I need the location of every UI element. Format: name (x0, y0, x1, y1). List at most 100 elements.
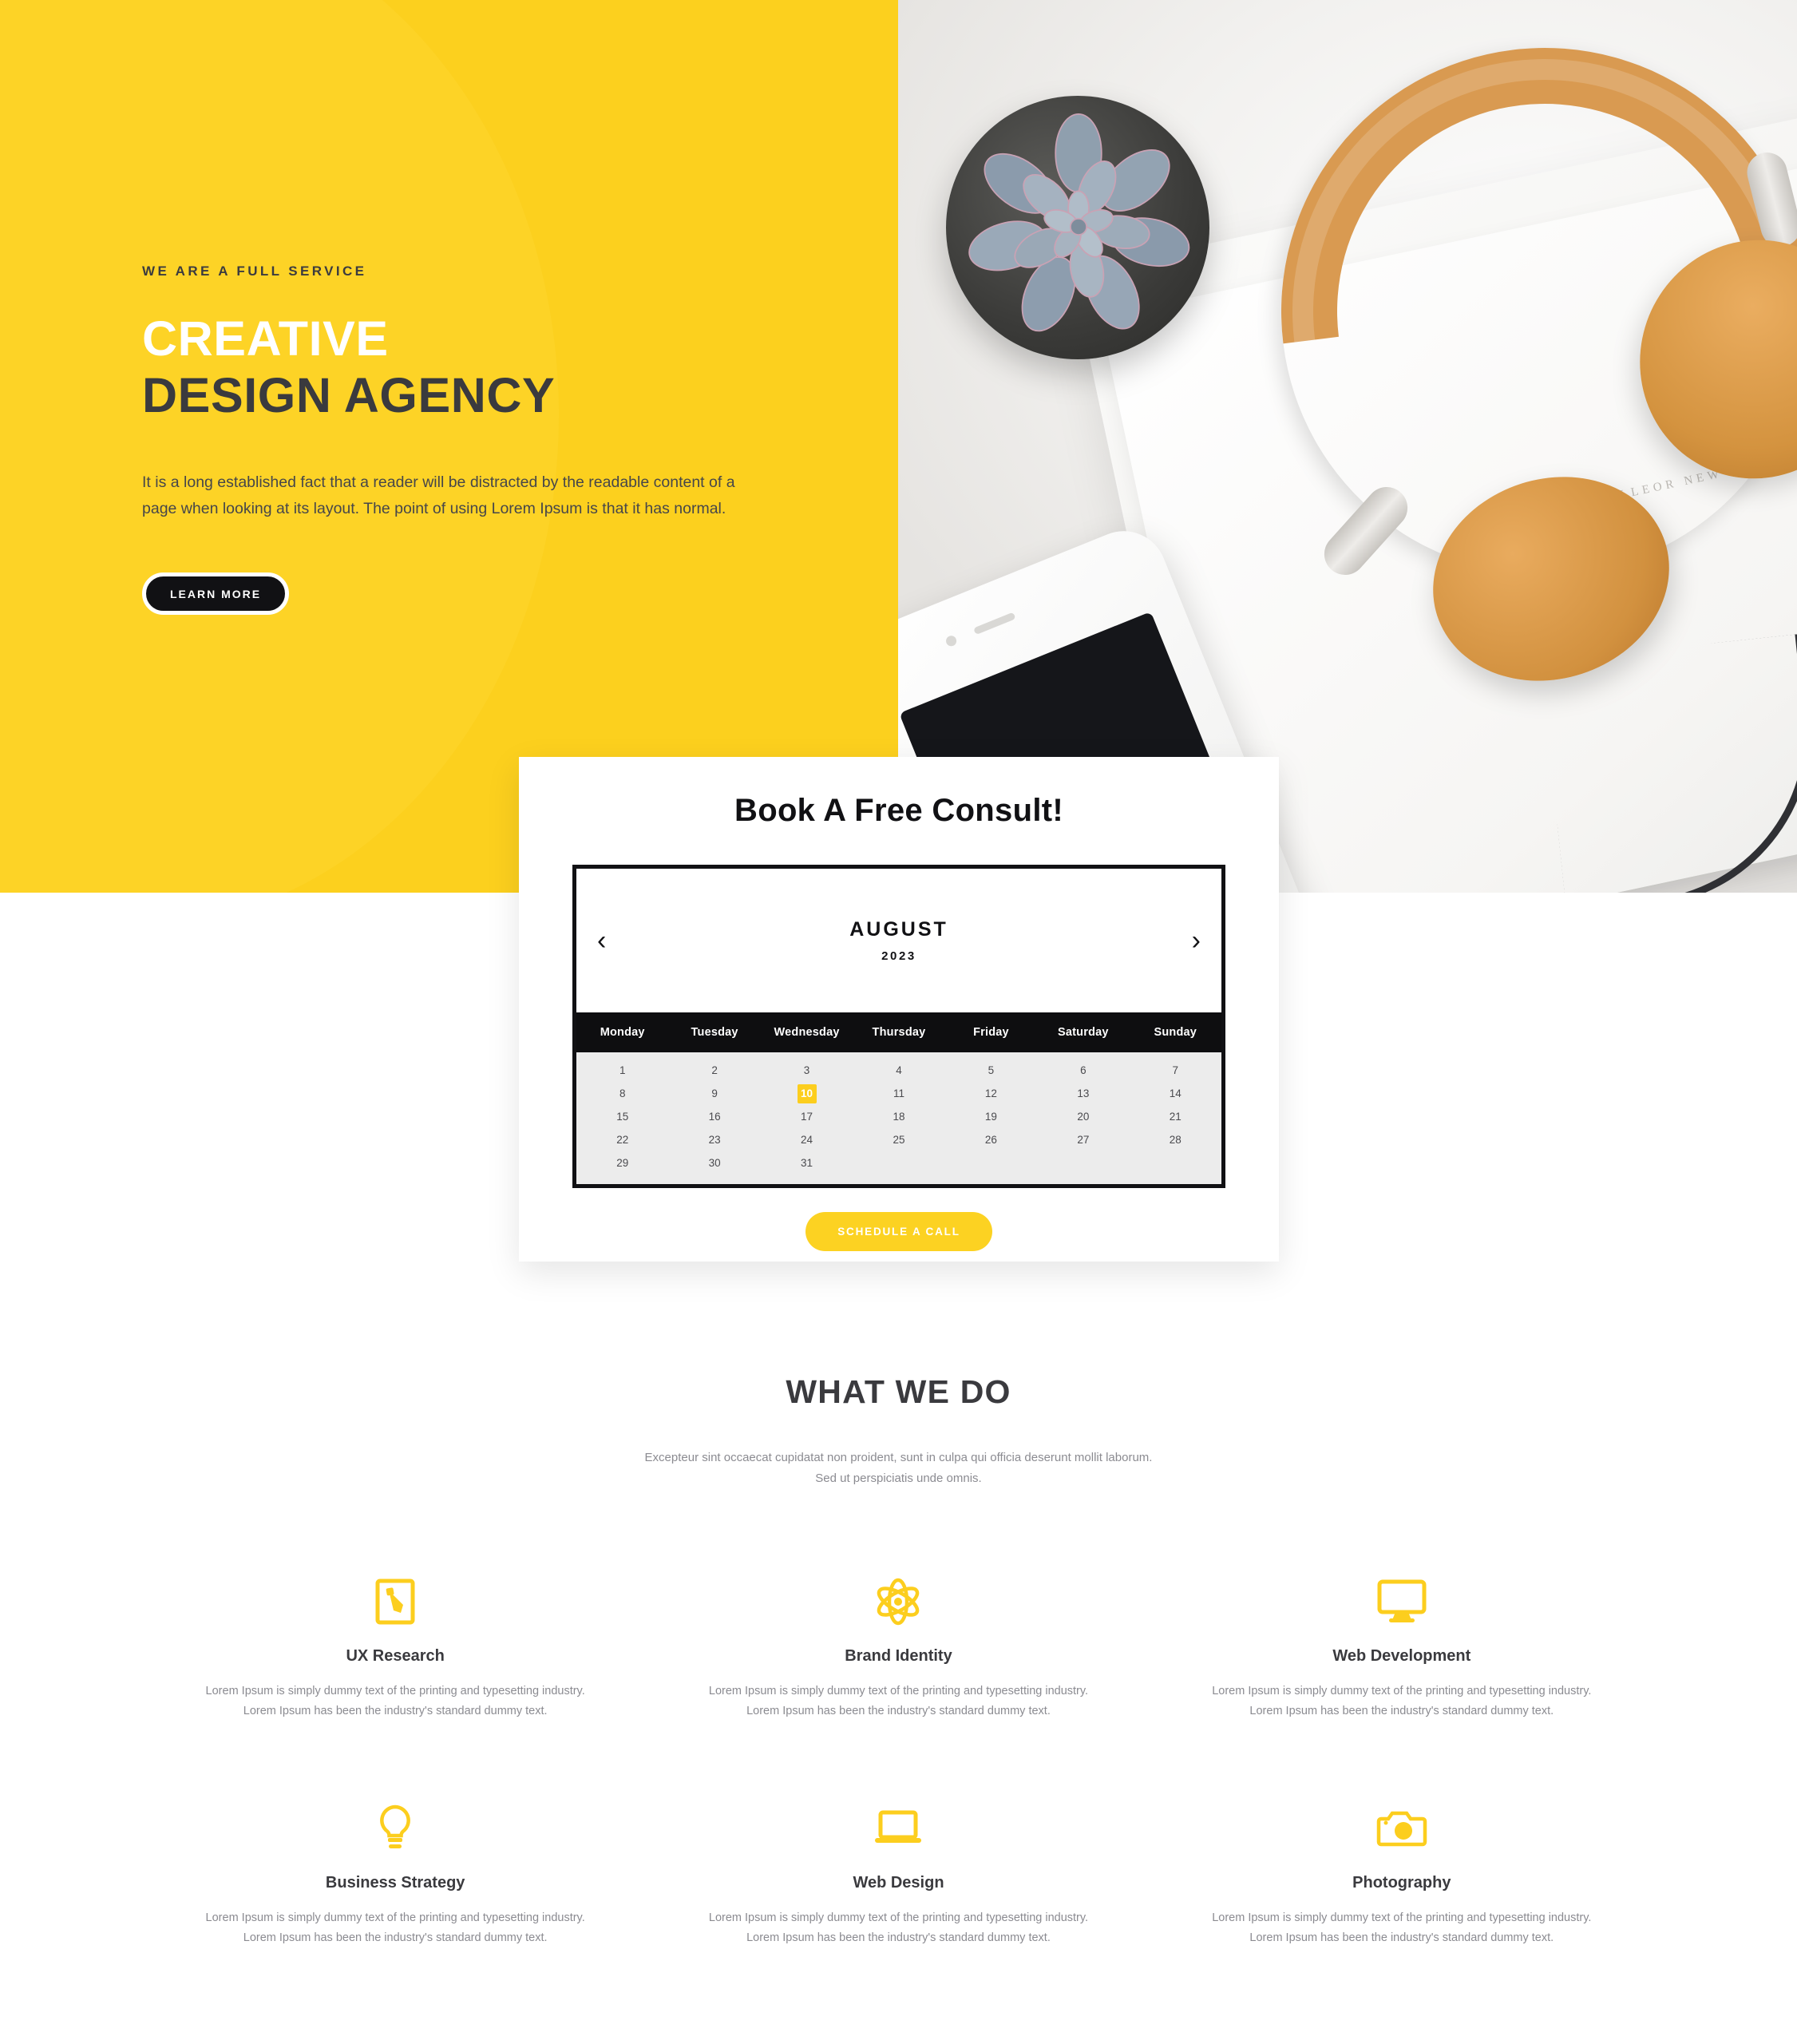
calendar-day-number: 21 (1169, 1111, 1182, 1123)
service-title: Web Development (1332, 1646, 1471, 1665)
calendar-day-number: 17 (801, 1111, 813, 1123)
calendar-day-5[interactable]: 5 (945, 1059, 1037, 1082)
calendar-day-19[interactable]: 19 (945, 1105, 1037, 1128)
service-description: Lorem Ipsum is simply dummy text of the … (708, 1684, 1089, 1717)
headphone-cable-icon (1540, 633, 1797, 893)
calendar-day-3[interactable]: 3 (761, 1059, 853, 1082)
calendar-day-9[interactable]: 9 (668, 1082, 760, 1105)
calendar-day-7[interactable]: 7 (1130, 1059, 1221, 1082)
phone-sensor-icon (944, 634, 959, 648)
calendar-day-number: 10 (797, 1083, 817, 1103)
calendar-day-27[interactable]: 27 (1037, 1128, 1129, 1151)
calendar-day-26[interactable]: 26 (945, 1128, 1037, 1151)
calendar-weekday-thursday: Thursday (872, 1026, 926, 1039)
calendar-day-21[interactable]: 21 (1130, 1105, 1221, 1128)
calendar-day-14[interactable]: 14 (1130, 1082, 1221, 1105)
calendar-weekday-wednesday: Wednesday (774, 1026, 840, 1039)
calendar-day-number: 2 (711, 1064, 718, 1076)
calendar-day-number: 9 (711, 1087, 718, 1099)
phone-speaker-icon (973, 612, 1016, 636)
calendar-day-28[interactable]: 28 (1130, 1128, 1221, 1151)
book-consult-card: Book A Free Consult! ‹ AUGUST 2023 › Mon… (519, 757, 1279, 1262)
calendar-day-10[interactable]: 10 (761, 1082, 853, 1105)
calendar-day-number: 25 (893, 1134, 905, 1146)
calendar-day-12[interactable]: 12 (945, 1082, 1037, 1105)
schedule-a-call-button[interactable]: SCHEDULE A CALL (805, 1212, 992, 1251)
calendar-day-2[interactable]: 2 (668, 1059, 760, 1082)
calendar-day-6[interactable]: 6 (1037, 1059, 1129, 1082)
calendar-day-15[interactable]: 15 (576, 1105, 668, 1128)
calendar-day-number: 16 (708, 1111, 721, 1123)
hero-eyebrow: WE ARE A FULL SERVICE (142, 263, 367, 279)
monitor-icon (1176, 1575, 1628, 1628)
calendar-day-16[interactable]: 16 (668, 1105, 760, 1128)
lightbulb-icon (169, 1802, 621, 1855)
calendar-day-number: 20 (1077, 1111, 1090, 1123)
service-description: Lorem Ipsum is simply dummy text of the … (708, 1911, 1089, 1945)
calendar-day-18[interactable]: 18 (853, 1105, 944, 1128)
calendar-day-11[interactable]: 11 (853, 1082, 944, 1105)
calendar-day-number: 19 (984, 1111, 997, 1123)
service-description: Lorem Ipsum is simply dummy text of the … (205, 1911, 585, 1945)
calendar-day-4[interactable]: 4 (853, 1059, 944, 1082)
what-we-do-section: WHAT WE DO Excepteur sint occaecat cupid… (0, 1373, 1797, 1948)
calendar-day-17[interactable]: 17 (761, 1105, 853, 1128)
service-card-brand-identity[interactable]: Brand Identity Lorem Ipsum is simply dumm… (647, 1575, 1150, 1721)
calendar-day-number: 29 (616, 1157, 629, 1169)
calendar-day-number: 8 (619, 1087, 626, 1099)
calendar-next-month-button[interactable]: › (1182, 922, 1210, 959)
calendar-day-29[interactable]: 29 (576, 1151, 668, 1175)
calendar-day-number: 14 (1169, 1087, 1182, 1099)
calendar-header: ‹ AUGUST 2023 › (576, 869, 1221, 1012)
consult-title: Book A Free Consult! (734, 793, 1063, 828)
learn-more-button[interactable]: LEARN MORE (142, 572, 290, 615)
service-title: UX Research (346, 1646, 445, 1665)
camera-icon (1176, 1802, 1628, 1855)
service-card-ux-research[interactable]: UX Research Lorem Ipsum is simply dummy t… (144, 1575, 647, 1721)
calendar-day-8[interactable]: 8 (576, 1082, 668, 1105)
service-card-web-design[interactable]: Web Design Lorem Ipsum is simply dummy te… (647, 1802, 1150, 1948)
calendar-day-24[interactable]: 24 (761, 1128, 853, 1151)
calendar-day-number: 6 (1080, 1064, 1087, 1076)
calendar-day-number: 22 (616, 1134, 629, 1146)
calendar-day-20[interactable]: 20 (1037, 1105, 1129, 1128)
calendar-weekday-saturday: Saturday (1058, 1026, 1109, 1039)
calendar-day-number: 1 (619, 1064, 626, 1076)
service-card-business-strategy[interactable]: Business Strategy Lorem Ipsum is simply d… (144, 1802, 647, 1948)
calendar-weekday-monday: Monday (600, 1026, 645, 1039)
calendar-day-23[interactable]: 23 (668, 1128, 760, 1151)
calendar-day-30[interactable]: 30 (668, 1151, 760, 1175)
atom-icon (672, 1575, 1124, 1628)
calendar-weekday-tuesday: Tuesday (691, 1026, 738, 1039)
hero-title-line-1: CREATIVE (142, 311, 389, 366)
calendar-day-number: 26 (984, 1134, 997, 1146)
calendar-day-number: 3 (803, 1064, 810, 1076)
service-card-photography[interactable]: Photography Lorem Ipsum is simply dummy t… (1150, 1802, 1653, 1948)
landing-page: WE ARE A FULL SERVICE CREATIVE DESIGN AG… (0, 0, 1797, 2044)
calendar-day-31[interactable]: 31 (761, 1151, 853, 1175)
service-card-web-development[interactable]: Web Development Lorem Ipsum is simply dum… (1150, 1575, 1653, 1721)
hero-title-line-2: DESIGN AGENCY (142, 367, 556, 422)
calendar-title-group: AUGUST 2023 (849, 918, 948, 963)
calendar-widget: ‹ AUGUST 2023 › Monday Tuesday Wednesday Th… (572, 865, 1225, 1188)
calendar-weekday-sunday: Sunday (1154, 1026, 1197, 1039)
calendar-day-number: 4 (896, 1064, 902, 1076)
service-description: Lorem Ipsum is simply dummy text of the … (1212, 1911, 1592, 1945)
calendar-month-label: AUGUST (849, 918, 948, 941)
calendar-day-25[interactable]: 25 (853, 1128, 944, 1151)
calendar-day-number: 15 (616, 1111, 629, 1123)
calendar-day-22[interactable]: 22 (576, 1128, 668, 1151)
service-title: Business Strategy (325, 1874, 465, 1892)
calendar-day-number: 13 (1077, 1087, 1090, 1099)
calendar-day-number: 28 (1169, 1134, 1182, 1146)
calendar-day-number: 12 (984, 1087, 997, 1099)
calendar-day-number: 7 (1172, 1064, 1179, 1076)
service-description: Lorem Ipsum is simply dummy text of the … (205, 1684, 585, 1717)
calendar-day-1[interactable]: 1 (576, 1059, 668, 1082)
calendar-day-number: 30 (708, 1157, 721, 1169)
calendar-day-13[interactable]: 13 (1037, 1082, 1129, 1105)
calendar-day-grid[interactable]: 1 2 3 4 5 6 7 8 9 10 11 12 13 14 15 16 17 18 19 20 21 22 23 24 2… (576, 1052, 1221, 1184)
service-title: Brand Identity (845, 1646, 952, 1665)
calendar-prev-month-button[interactable]: ‹ (588, 922, 615, 959)
calendar-day-number: 18 (893, 1111, 905, 1123)
